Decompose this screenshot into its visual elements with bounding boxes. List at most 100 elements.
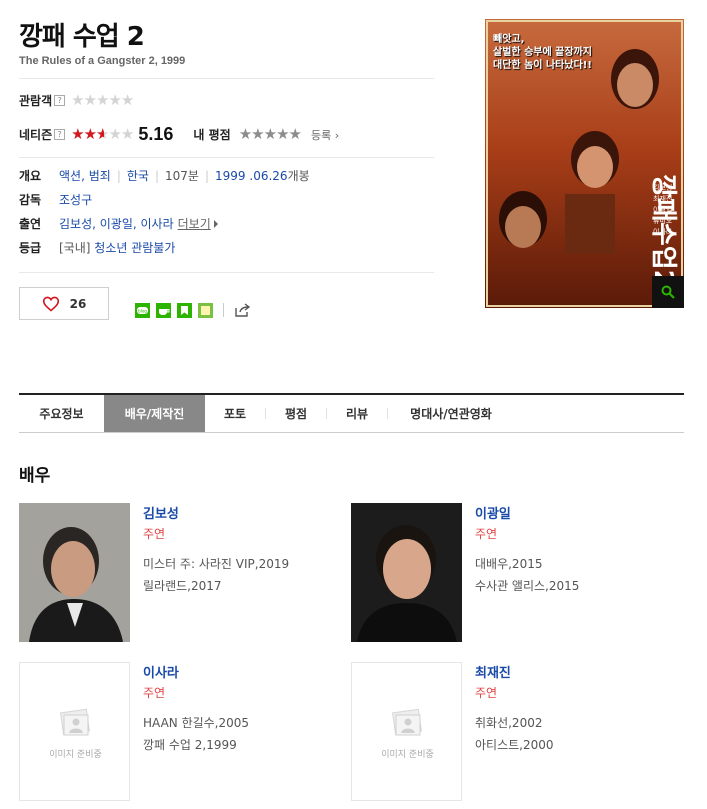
svg-text:blog: blog	[138, 308, 147, 313]
poster-cast: 김보성 최재진 이광일 류미오 이사라	[653, 183, 672, 238]
cast-label: 출연	[19, 217, 42, 231]
grade-prefix: [국내]	[59, 241, 91, 255]
no-image-icon	[392, 708, 422, 736]
actor-photo-placeholder[interactable]: 이미지 준비중	[19, 662, 130, 801]
genre-comma: ,	[81, 168, 85, 183]
netizen-label: 네티즌	[19, 128, 53, 142]
actor-film[interactable]: 취화선,2002	[475, 714, 542, 731]
no-image-label: 이미지 준비중	[381, 750, 434, 760]
grade-link[interactable]: 청소년 관람불가	[94, 239, 175, 256]
country-link[interactable]: 한국	[127, 167, 149, 184]
audience-rating: 관람객 ? ★★★★★	[19, 91, 134, 109]
my-rating-label: 내 평점	[193, 128, 231, 142]
like-button[interactable]: 26	[19, 287, 109, 320]
actor-photo[interactable]	[19, 503, 130, 642]
poster-cast-line: 김보성	[653, 184, 673, 192]
divider	[19, 157, 434, 158]
divider	[19, 78, 434, 79]
poster-cast-line: 이광일	[653, 206, 673, 214]
overview-label: 개요	[19, 169, 42, 183]
movie-poster[interactable]: 깡패수업2 빼앗고, 살벌한 승부에 끝장까지 대단한 놈이 나타났다!! 김보…	[485, 19, 684, 308]
my-rating-stars[interactable]: ★★★★★	[239, 127, 302, 142]
actor-film[interactable]: 깡패 수업 2,1999	[143, 736, 237, 753]
overview-row: 개요 액션, 범죄 | 한국 | 107분 | 1999 .06.26 개봉	[19, 167, 439, 184]
poster-cast-line: 최재진	[653, 195, 673, 203]
director-row: 감독 조성구	[19, 191, 439, 208]
actor-role: 주연	[143, 686, 166, 700]
no-image-icon	[60, 708, 90, 736]
divider	[223, 303, 224, 317]
actor-film[interactable]: 미스터 주: 사라진 VIP,2019	[143, 555, 289, 572]
actor-film[interactable]: 아티스트,2000	[475, 736, 554, 753]
heart-icon	[42, 296, 59, 312]
divider	[19, 272, 434, 273]
netizen-rating: 네티즌 ? ★★★★★★ 5.16 내 평점 ★★★★★ 등록 ›	[19, 124, 439, 145]
actor-name[interactable]: 김보성	[143, 503, 179, 522]
actor-card: 김보성 주연 미스터 주: 사라진 VIP,2019 릴라랜드,2017	[19, 503, 339, 643]
tab-ratings[interactable]: 평점	[266, 395, 326, 432]
netizen-stars: ★★★★★★	[71, 125, 134, 143]
movie-title: 깡패 수업 2	[19, 22, 145, 52]
tab-reviews[interactable]: 리뷰	[327, 395, 387, 432]
runtime: 107분	[165, 169, 199, 183]
audience-stars: ★★★★★	[71, 91, 134, 109]
help-icon[interactable]: ?	[54, 95, 66, 106]
cast-links[interactable]: 김보성, 이광일, 이사라	[59, 215, 174, 232]
grade-label: 등급	[19, 241, 42, 255]
poster-cast-line: 이사라	[653, 228, 673, 236]
poster-headline-line: 대단한 놈이 나타났다!!	[493, 60, 592, 71]
poster-headline-line: 빼앗고,	[493, 34, 525, 45]
poster-headline-line: 살벌한 승부에 끝장까지	[493, 47, 592, 58]
more-cast-link[interactable]: 더보기	[178, 215, 211, 232]
netizen-score: 5.16	[138, 124, 174, 144]
grade-row: 등급 [국내] 청소년 관람불가	[19, 239, 439, 256]
zoom-button[interactable]	[652, 276, 684, 308]
genre-link-action[interactable]: 액션	[59, 167, 81, 184]
separator: |	[116, 168, 121, 183]
actor-film[interactable]: 대배우,2015	[475, 555, 542, 572]
actor-photo-image	[19, 503, 130, 642]
poster-cast-line: 류미오	[653, 217, 673, 225]
audience-label: 관람객	[19, 94, 53, 108]
separator: |	[204, 168, 210, 183]
share-bar: blog	[135, 302, 252, 318]
chevron-right-icon	[213, 219, 218, 228]
release-suffix: 개봉	[287, 169, 310, 183]
memo-share-icon[interactable]	[198, 302, 213, 318]
cafe-share-icon[interactable]	[156, 302, 171, 318]
actor-film[interactable]: 수사관 앨리스,2015	[475, 577, 579, 594]
director-link[interactable]: 조성구	[59, 191, 92, 208]
actor-photo[interactable]	[351, 503, 462, 642]
help-icon[interactable]: ?	[54, 129, 66, 140]
actor-photo-image	[351, 503, 462, 642]
actor-role: 주연	[143, 527, 166, 541]
actor-photo-placeholder[interactable]: 이미지 준비중	[351, 662, 462, 801]
blog-share-icon[interactable]: blog	[135, 302, 150, 318]
tab-quotes-related[interactable]: 명대사/연관영화	[388, 395, 514, 432]
section-title-actors: 배우	[19, 466, 51, 486]
movie-subtitle: The Rules of a Gangster 2, 1999	[19, 55, 186, 67]
tab-main-info[interactable]: 주요정보	[19, 395, 104, 432]
genre-link-crime[interactable]: 범죄	[89, 167, 111, 184]
actor-role: 주연	[475, 527, 498, 541]
share-icon[interactable]	[234, 302, 252, 318]
release-date-link[interactable]: 1999 .06.26	[215, 169, 288, 183]
search-icon	[661, 285, 675, 299]
register-rating-link[interactable]: 등록 ›	[311, 127, 339, 143]
like-count: 26	[69, 296, 87, 311]
tab-photo[interactable]: 포토	[205, 395, 265, 432]
bookmark-share-icon[interactable]	[177, 302, 192, 318]
actor-name[interactable]: 최재진	[475, 662, 511, 681]
poster-headline: 빼앗고, 살벌한 승부에 끝장까지 대단한 놈이 나타났다!!	[493, 33, 603, 72]
actor-card: 이광일 주연 대배우,2015 수사관 앨리스,2015	[351, 503, 671, 643]
actor-name[interactable]: 이광일	[475, 503, 511, 522]
no-image-label: 이미지 준비중	[49, 750, 102, 760]
actor-role: 주연	[475, 686, 498, 700]
cast-row: 출연 김보성, 이광일, 이사라 더보기	[19, 215, 439, 232]
actor-film[interactable]: HAAN 한길수,2005	[143, 714, 249, 731]
tab-bar: 주요정보 배우/제작진 포토 평점 리뷰 명대사/연관영화	[19, 393, 684, 433]
actor-name[interactable]: 이사라	[143, 662, 179, 681]
actor-card: 이미지 준비중 최재진 주연 취화선,2002 아티스트,2000	[351, 662, 671, 802]
actor-film[interactable]: 릴라랜드,2017	[143, 577, 222, 594]
tab-cast-crew[interactable]: 배우/제작진	[104, 395, 205, 432]
